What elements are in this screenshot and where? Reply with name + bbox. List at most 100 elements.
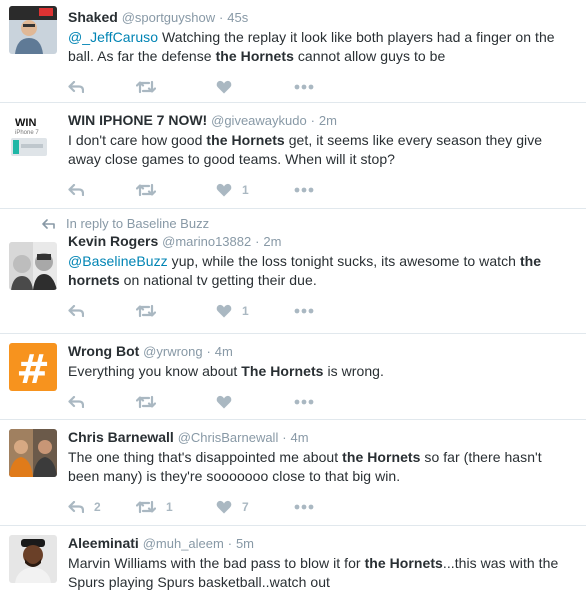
retweet-icon [136,395,156,409]
separator: · [206,344,211,359]
tweet-text: I don't care how good the Hornets get, i… [68,131,574,169]
avatar[interactable] [9,429,57,477]
username[interactable]: @marino13882 [162,234,251,249]
like-button[interactable]: 7 [216,500,294,514]
heart-icon [216,500,232,514]
reply-button[interactable] [68,396,136,408]
reply-arrow-icon [42,218,55,229]
highlighted-term: The Hornets [241,363,324,379]
highlighted-term: the Hornets [364,555,443,571]
avatar[interactable] [9,6,57,54]
like-count: 1 [242,304,249,318]
like-button[interactable]: 1 [216,304,294,318]
username[interactable]: @muh_aleem [143,536,224,551]
mention-link[interactable]: @_JeffCaruso [68,29,158,45]
reply-button[interactable]: 2 [68,500,136,514]
avatar-subtext: iPhone 7 [15,130,39,136]
avatar-photo [9,242,57,290]
display-name[interactable]: WIN IPHONE 7 NOW! [68,112,207,128]
timestamp[interactable]: 4m [215,344,233,359]
avatar-text: # [16,347,50,391]
like-count: 1 [242,183,249,197]
heart-icon [216,80,232,94]
action-bar: 2 1 7 [68,492,574,522]
avatar[interactable] [9,242,57,290]
retweet-icon [136,183,156,197]
tweet-text: Everything you know about The Hornets is… [68,362,574,381]
avatar-photo: WIN iPhone 7 [9,112,57,160]
username[interactable]: @giveawaykudo [211,113,307,128]
tweet[interactable]: In reply to Baseline Buzz Kevin Rogers @… [0,209,586,334]
reply-button[interactable] [68,184,136,196]
timestamp[interactable]: 45s [227,10,248,25]
more-icon [294,399,314,405]
retweet-button[interactable] [136,80,216,94]
tweet-header: Chris Barnewall @ChrisBarnewall · 4m [68,428,574,447]
tweet-text-segment: Marvin Williams with the bad pass to blo… [68,555,365,571]
tweet[interactable]: # Wrong Bot @yrwrong · 4m Everything you… [0,334,586,420]
reply-icon [68,501,84,513]
more-icon [294,308,314,314]
reply-button[interactable] [68,305,136,317]
timestamp[interactable]: 2m [263,234,281,249]
mention-link[interactable]: @BaselineBuzz [68,253,168,269]
more-button[interactable] [294,504,314,510]
tweet-text-segment: on national tv getting their due. [119,272,317,288]
avatar-photo: # [9,343,57,391]
separator: · [219,10,224,25]
more-icon [294,504,314,510]
tweet[interactable]: WIN iPhone 7 WIN IPHONE 7 NOW! @giveaway… [0,103,586,209]
reply-button[interactable] [68,81,136,93]
display-name[interactable]: Kevin Rogers [68,233,158,249]
separator: · [255,234,260,249]
username[interactable]: @yrwrong [143,344,202,359]
timestamp[interactable]: 5m [236,536,254,551]
tweet-text-segment: The one thing that's disappointed me abo… [68,449,343,465]
heart-icon [216,304,232,318]
tweet-header: Shaked @sportguyshow · 45s [68,8,574,27]
like-button[interactable]: 1 [216,183,294,197]
display-name[interactable]: Shaked [68,9,118,25]
retweet-button[interactable] [136,183,216,197]
reply-context[interactable]: In reply to Baseline Buzz [0,209,574,231]
like-button[interactable] [216,395,294,409]
timestamp[interactable]: 4m [290,430,308,445]
timestamp[interactable]: 2m [319,113,337,128]
avatar[interactable]: WIN iPhone 7 [9,112,57,160]
more-button[interactable] [294,187,314,193]
display-name[interactable]: Wrong Bot [68,343,139,359]
avatar[interactable]: # [9,343,57,391]
tweet[interactable]: Chris Barnewall @ChrisBarnewall · 4m The… [0,420,586,526]
avatar[interactable] [9,535,57,583]
display-name[interactable]: Aleeminati [68,535,139,551]
tweet[interactable]: Shaked @sportguyshow · 45s @_JeffCaruso … [0,0,586,103]
reply-icon [68,81,84,93]
more-icon [294,187,314,193]
tweet[interactable]: Aleeminati @muh_aleem · 5m Marvin Willia… [0,526,586,592]
retweet-icon [136,80,156,94]
like-count: 7 [242,500,249,514]
tweet-text: @BaselineBuzz yup, while the loss tonigh… [68,252,574,290]
more-button[interactable] [294,84,314,90]
retweet-icon [136,304,156,318]
reply-icon [68,396,84,408]
tweet-header: WIN IPHONE 7 NOW! @giveawaykudo · 2m [68,111,574,130]
retweet-button[interactable]: 1 [136,500,216,514]
reply-count: 2 [94,500,101,514]
more-button[interactable] [294,399,314,405]
display-name[interactable]: Chris Barnewall [68,429,174,445]
more-button[interactable] [294,308,314,314]
retweet-button[interactable] [136,395,216,409]
separator: · [282,430,287,445]
username[interactable]: @ChrisBarnewall [178,430,279,445]
username[interactable]: @sportguyshow [122,10,215,25]
retweet-icon [136,500,156,514]
reply-context-text[interactable]: In reply to Baseline Buzz [66,216,209,231]
retweet-button[interactable] [136,304,216,318]
highlighted-term: the Hornets [342,449,421,465]
tweet-text-segment: Everything you know about [68,363,242,379]
avatar-photo [9,535,57,583]
like-button[interactable] [216,80,294,94]
tweet-text-segment: cannot allow guys to be [293,48,446,64]
tweet-text-segment: yup, while the loss tonight sucks, its a… [167,253,520,269]
